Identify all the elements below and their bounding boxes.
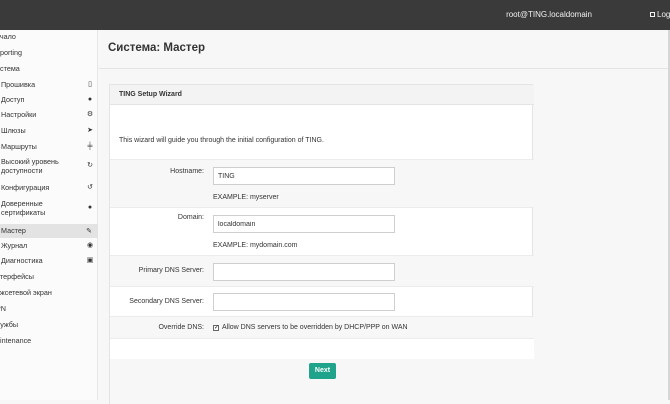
sidebar-item-label-line2: доступности — [1, 166, 43, 175]
refresh-icon: ↻ — [87, 162, 93, 169]
secondary-dns-row: Secondary DNS Server: — [110, 286, 534, 316]
sidebar-item-system[interactable]: истема — [0, 64, 94, 73]
hostname-label: Hostname: — [170, 168, 204, 175]
sidebar-item-home[interactable]: ачало — [0, 32, 94, 41]
cogs-icon: ⚙ — [86, 111, 94, 118]
users-icon: ● — [87, 96, 93, 103]
main-content: Система: Мастер TING Setup Wizard This w… — [99, 30, 670, 404]
sidebar-item-reporting[interactable]: eporting — [0, 48, 94, 57]
domain-hint: EXAMPLE: mydomain.com — [213, 242, 298, 249]
override-dns-checkbox[interactable]: ✓ — [213, 325, 219, 331]
primary-dns-row: Primary DNS Server: — [110, 255, 534, 286]
sidebar-item-label: aintenance — [0, 336, 32, 345]
sidebar-item-label: Шлюзы — [1, 126, 26, 135]
sidebar-item-label: Диагностика — [1, 256, 43, 265]
secondary-dns-label: Secondary DNS Server: — [129, 298, 204, 305]
domain-label: Domain: — [177, 214, 204, 221]
top-navbar: root@TING.localdomain Logout — [0, 0, 670, 30]
sidebar-item-label: ежсетевой экран — [0, 288, 52, 297]
sidebar-item-label: Маршруты — [1, 142, 37, 151]
logout-label: Logout — [657, 10, 670, 19]
hostname-row: Hostname: EXAMPLE: myserver — [110, 159, 534, 207]
domain-input[interactable] — [213, 215, 395, 233]
secondary-dns-input[interactable] — [213, 293, 395, 311]
divider — [99, 68, 670, 69]
phone-icon: ▯ — [88, 81, 92, 88]
sidebar-item-label: нтерфейсы — [0, 272, 34, 281]
certificate-icon: ● — [87, 204, 93, 211]
sidebar-item-label: Доступ — [1, 95, 25, 104]
hostname-hint: EXAMPLE: myserver — [213, 194, 279, 201]
sidebar-item-label: истема — [0, 64, 20, 73]
override-dns-label: Override DNS: — [158, 324, 204, 331]
location-arrow-icon: ➤ — [87, 127, 93, 134]
spacer — [110, 339, 534, 359]
sidebar-item-high-availability[interactable]: Высокий уровень доступности ↻ — [1, 157, 99, 175]
sign-out-icon — [650, 12, 655, 17]
sidebar-item-label: Мастер — [1, 226, 26, 235]
next-button[interactable]: Next — [309, 363, 336, 379]
logout-button[interactable]: Logout — [650, 10, 670, 19]
wizard-card-header: TING Setup Wizard — [110, 85, 534, 105]
sidebar-item-routes[interactable]: Маршруты ╪ — [1, 142, 99, 151]
sidebar-item-label: лужбы — [0, 320, 19, 329]
domain-row: Domain: EXAMPLE: mydomain.com — [110, 207, 534, 255]
sidebar-item-interfaces[interactable]: нтерфейсы — [0, 272, 94, 281]
sidebar-item-firmware[interactable]: Прошивка ▯ — [1, 80, 99, 89]
sidebar-item-label: Настройки — [1, 110, 37, 119]
wizard-card: TING Setup Wizard This wizard will guide… — [109, 84, 534, 404]
sidebar-item-label-line1: Высокий уровень — [1, 157, 59, 166]
sidebar-item-maintenance[interactable]: aintenance — [0, 336, 94, 345]
sidebar-item-label: ачало — [0, 32, 16, 41]
page-title: Система: Мастер — [108, 42, 205, 54]
sidebar-item-wizard[interactable]: Мастер ✎ — [0, 224, 98, 238]
sidebar-item-firewall[interactable]: ежсетевой экран — [0, 288, 94, 297]
eye-icon: ◉ — [86, 242, 94, 249]
sidebar-item-configuration[interactable]: Конфигурация ↺ — [1, 183, 99, 192]
sidebar-item-access[interactable]: Доступ ● — [1, 95, 99, 104]
sidebar-item-label: Журнал — [1, 241, 28, 250]
override-dns-description: Allow DNS servers to be overridden by DH… — [222, 324, 408, 331]
sidebar-item-label: eporting — [0, 48, 22, 57]
sidebar-item-label-line1: Доверенные — [1, 199, 43, 208]
sidebar-item-diagnostics[interactable]: Диагностика ▣ — [1, 256, 99, 265]
wizard-title: TING Setup Wizard — [119, 91, 182, 98]
sidebar-item-label: PN — [0, 304, 6, 313]
override-dns-row: Override DNS: ✓ Allow DNS servers to be … — [110, 316, 534, 338]
sidebar-item-trusted-certs[interactable]: Доверенные сертификаты ● — [1, 199, 99, 217]
user-menu[interactable]: root@TING.localdomain — [506, 10, 592, 19]
history-icon: ↺ — [87, 184, 93, 191]
sidebar-item-gateways[interactable]: Шлюзы ➤ — [1, 126, 99, 135]
sidebar-item-vpn[interactable]: PN — [0, 304, 94, 313]
sidebar-item-label: Конфигурация — [1, 183, 50, 192]
sidebar-item-label: Прошивка — [1, 80, 36, 89]
sidebar-item-settings[interactable]: Настройки ⚙ — [1, 110, 99, 119]
primary-dns-label: Primary DNS Server: — [138, 267, 204, 274]
sidebar-item-label-line2: сертификаты — [1, 208, 46, 217]
hostname-input[interactable] — [213, 167, 395, 185]
magic-icon: ✎ — [86, 228, 92, 235]
wizard-intro: This wizard will guide you through the i… — [119, 137, 324, 144]
sidebar: ачало eporting истема Прошивка▯ Доступ● … — [0, 30, 98, 400]
sidebar-item-services[interactable]: лужбы — [0, 320, 94, 329]
medkit-icon: ▣ — [86, 257, 94, 264]
signpost-icon: ╪ — [87, 143, 93, 150]
primary-dns-input[interactable] — [213, 263, 395, 281]
sidebar-item-log[interactable]: Журнал ◉ — [1, 241, 99, 250]
